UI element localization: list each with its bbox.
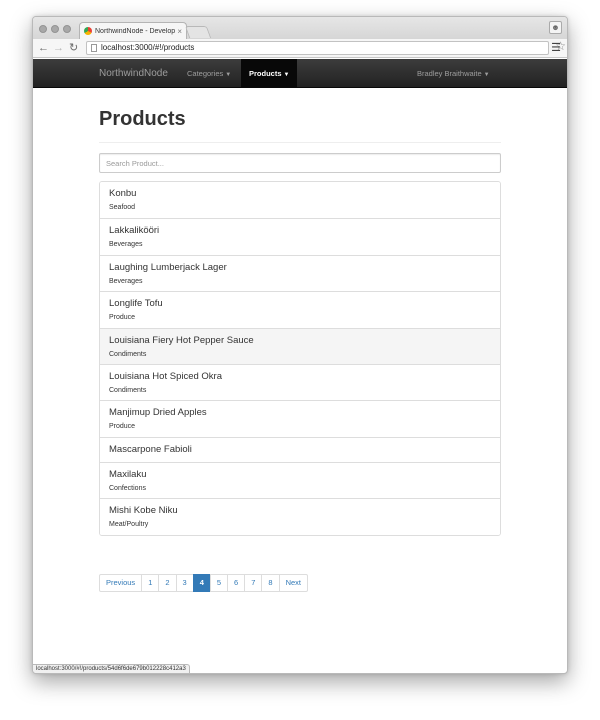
- caret-down-icon: ▼: [483, 72, 490, 78]
- list-item[interactable]: Mascarpone Fabioli: [100, 436, 500, 462]
- product-category: Confections: [109, 484, 146, 492]
- product-name: Louisiana Hot Spiced Okra: [109, 370, 223, 382]
- caret-down-icon: ▼: [283, 72, 290, 78]
- page-button-6[interactable]: 6: [227, 574, 246, 592]
- product-category: Beverages: [109, 241, 143, 249]
- list-item[interactable]: Louisiana Hot Spiced Okra Condiments: [100, 363, 500, 401]
- browser-toolbar: ← → ↻ localhost:3000/#!/products ☆ ☰: [33, 39, 567, 58]
- product-name: Lakkalikööri: [109, 225, 160, 237]
- product-name: Longlife Tofu: [109, 298, 163, 310]
- product-name: Maxilaku: [109, 468, 147, 480]
- product-category: Produce: [109, 314, 136, 322]
- tab-title: NorthwindNode - Develop: [95, 27, 176, 35]
- status-bar: localhost:3000/#!/products/54d6f6de679b0…: [33, 664, 190, 673]
- caret-down-icon: ▼: [225, 72, 232, 78]
- minimize-window-button[interactable]: [51, 25, 59, 33]
- close-window-button[interactable]: [39, 25, 47, 33]
- page-button-5[interactable]: 5: [209, 574, 229, 592]
- page-button-3[interactable]: 3: [175, 574, 194, 592]
- page-title: Products: [99, 108, 186, 130]
- product-category: Condiments: [109, 386, 147, 394]
- list-item[interactable]: Konbu Seafood: [100, 182, 500, 219]
- product-name: Mishi Kobe Niku: [109, 505, 178, 517]
- address-bar[interactable]: localhost:3000/#!/products ☆: [86, 40, 566, 55]
- user-name: Bradley Braithwaite: [417, 69, 482, 78]
- page-button-7[interactable]: 7: [244, 574, 263, 592]
- page-button-8[interactable]: 8: [261, 574, 280, 592]
- profile-icon[interactable]: ☻: [549, 21, 562, 34]
- product-category: Beverages: [109, 277, 143, 285]
- list-item[interactable]: Laughing Lumberjack Lager Beverages: [100, 254, 500, 292]
- page-icon: [91, 44, 97, 52]
- product-category: Meat/Poultry: [109, 521, 149, 529]
- product-name: Laughing Lumberjack Lager: [109, 261, 227, 273]
- browser-tab[interactable]: NorthwindNode - Develop ×: [79, 22, 187, 39]
- nav-item-label: Products: [249, 69, 282, 78]
- product-name: Mascarpone Fabioli: [109, 443, 192, 455]
- product-name: Louisiana Fiery Hot Pepper Sauce: [109, 334, 254, 346]
- nav-item-label: Categories: [187, 69, 224, 78]
- page-button-1[interactable]: 1: [141, 574, 160, 592]
- page-button-2[interactable]: 2: [158, 574, 177, 592]
- navbar-brand[interactable]: NorthwindNode: [99, 59, 168, 88]
- product-name: Konbu: [109, 188, 137, 199]
- pagination: Previous 1 2 3 4 5 6 7 8 Next: [99, 574, 308, 592]
- list-item[interactable]: Mishi Kobe Niku Meat/Poultry: [100, 498, 500, 535]
- list-item[interactable]: Louisiana Fiery Hot Pepper Sauce Condime…: [100, 327, 500, 364]
- next-page-button[interactable]: Next: [278, 574, 308, 592]
- product-list: Konbu Seafood Lakkalikööri Beverages Lau…: [99, 181, 501, 536]
- favicon-icon: [84, 27, 92, 35]
- list-item[interactable]: Lakkalikööri Beverages: [100, 218, 500, 255]
- product-category: Produce: [109, 423, 136, 431]
- app-navbar: NorthwindNode Categories ▼ Products ▼ Brad…: [33, 59, 567, 88]
- tab-strip: NorthwindNode - Develop × ☻: [33, 17, 567, 39]
- new-tab-button[interactable]: [184, 26, 212, 38]
- back-icon[interactable]: ←: [38, 41, 49, 55]
- list-item[interactable]: Manjimup Dried Apples Produce: [100, 400, 500, 437]
- product-category: Condiments: [109, 350, 147, 358]
- list-item[interactable]: Maxilaku Confections: [100, 461, 500, 499]
- browser-menu-icon[interactable]: ☰: [551, 41, 561, 54]
- reload-icon[interactable]: ↻: [69, 41, 78, 55]
- maximize-window-button[interactable]: [63, 25, 71, 33]
- search-input[interactable]: [99, 153, 501, 173]
- list-item[interactable]: Longlife Tofu Produce: [100, 291, 500, 328]
- address-url: localhost:3000/#!/products: [101, 43, 195, 52]
- title-divider: [99, 142, 501, 143]
- user-menu[interactable]: Bradley Braithwaite ▼: [409, 59, 498, 88]
- tab-close-icon[interactable]: ×: [177, 27, 182, 36]
- product-category: Seafood: [109, 204, 136, 211]
- browser-window: NorthwindNode - Develop × ☻ ← → ↻ localh…: [32, 16, 568, 674]
- nav-item-categories[interactable]: Categories ▼: [179, 59, 239, 88]
- nav-item-products[interactable]: Products ▼: [241, 59, 298, 88]
- product-name: Manjimup Dried Apples: [109, 407, 207, 419]
- forward-icon[interactable]: →: [53, 41, 64, 55]
- previous-page-button[interactable]: Previous: [99, 574, 143, 592]
- page-button-4[interactable]: 4: [192, 574, 211, 592]
